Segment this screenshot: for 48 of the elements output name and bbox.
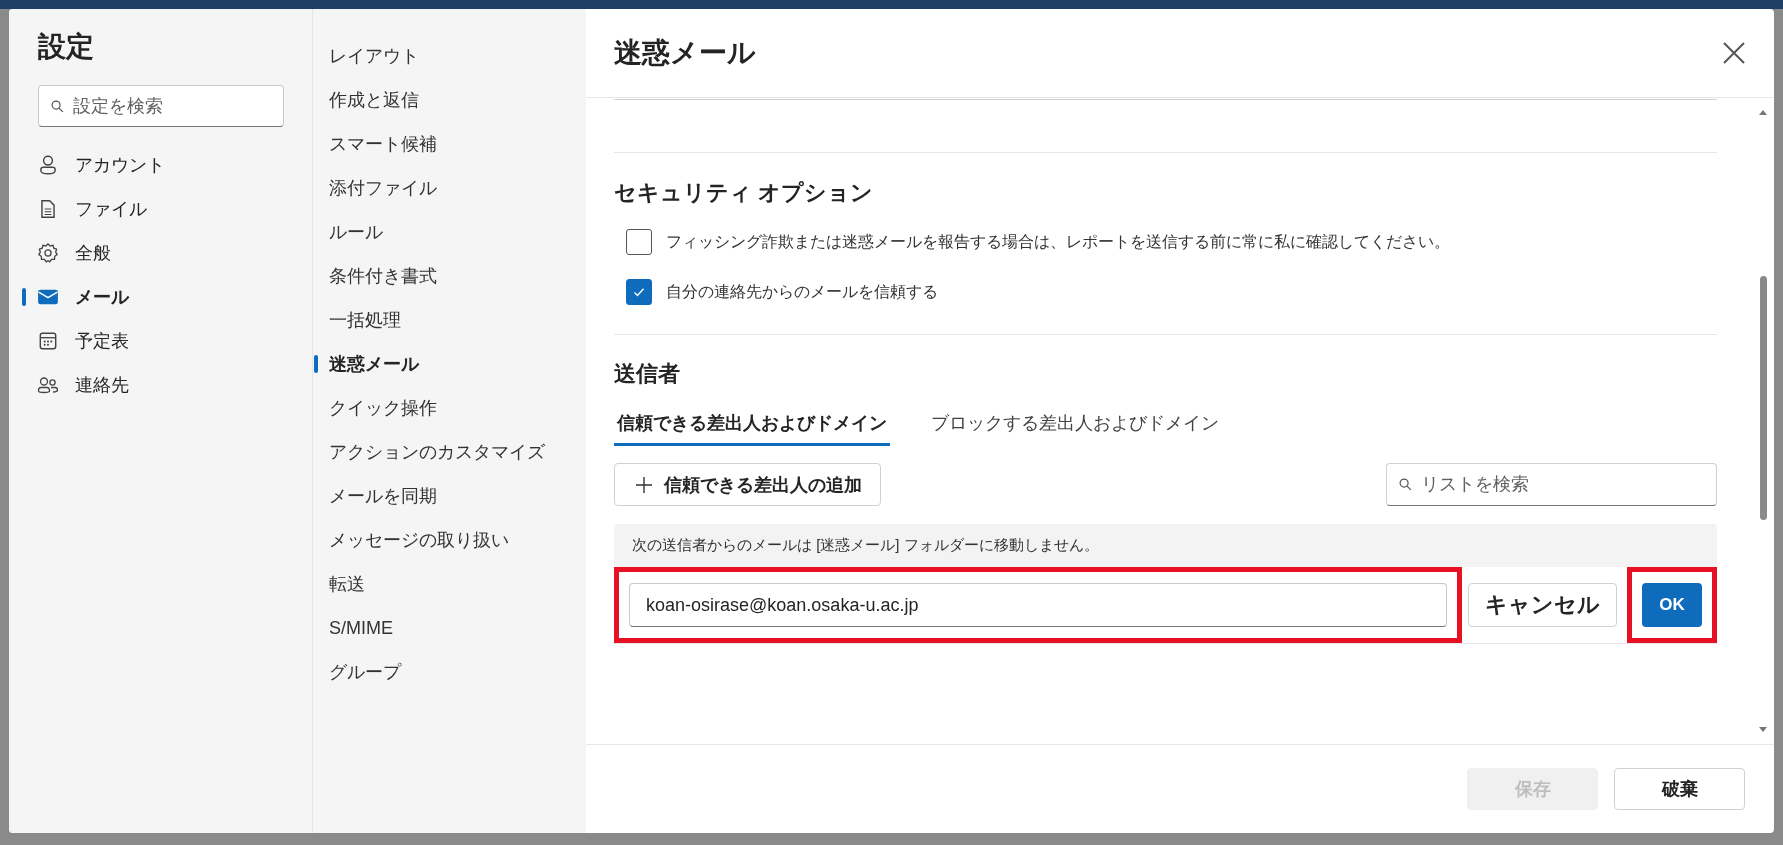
people-icon <box>37 374 59 396</box>
person-icon <box>37 154 59 176</box>
footer-button[interactable]: 破棄 <box>1614 768 1745 810</box>
sidebar-item[interactable]: クイック操作 <box>313 386 586 430</box>
window-title: 設定 <box>38 31 95 63</box>
close-icon <box>1722 41 1746 65</box>
sidebar-item[interactable]: 添付ファイル <box>313 166 586 210</box>
sidebar-item[interactable]: アクションのカスタマイズ <box>313 430 586 474</box>
sidebar-item[interactable]: レイアウト <box>313 34 586 78</box>
sidebar-item[interactable]: ファイル <box>22 187 312 231</box>
sidebar-item[interactable]: 予定表 <box>22 319 312 363</box>
sidebar-item[interactable]: S/MIME <box>313 606 586 650</box>
cancel-button[interactable]: キャンセル <box>1468 583 1617 627</box>
checkbox-label: 自分の連絡先からのメールを信頼する <box>666 281 938 302</box>
panel-title: 迷惑メール <box>614 36 756 70</box>
checkbox[interactable] <box>626 279 652 305</box>
sidebar-item[interactable]: スマート候補 <box>313 122 586 166</box>
sidebar-item[interactable]: 連絡先 <box>22 363 312 407</box>
sidebar-item[interactable]: メッセージの取り扱い <box>313 518 586 562</box>
sidebar-item[interactable]: 迷惑メール <box>313 342 586 386</box>
section-heading: 送信者 <box>614 360 681 388</box>
section-heading: セキュリティ オプション <box>614 179 875 207</box>
settings-icon <box>37 242 59 264</box>
email-input-field[interactable]: koan-osirase@koan.osaka-u.ac.jp <box>629 583 1447 627</box>
search-icon <box>1399 478 1412 491</box>
sidebar-item[interactable]: グループ <box>313 650 586 694</box>
checkbox-label: フィッシング詐欺または迷惑メールを報告する場合は、レポートを送信する前に常に私に確認してください。 <box>666 231 1450 252</box>
sidebar-item[interactable]: 条件付き書式 <box>313 254 586 298</box>
ok-button[interactable]: OK <box>1642 583 1702 627</box>
sidebar-item[interactable]: アカウント <box>22 143 312 187</box>
close-button[interactable] <box>1722 41 1746 65</box>
checkbox[interactable] <box>626 229 652 255</box>
sidebar-item[interactable]: メールを同期 <box>313 474 586 518</box>
search-icon <box>51 100 64 113</box>
calendar-icon <box>37 330 59 352</box>
tab[interactable]: 信頼できる差出人およびドメイン <box>614 411 890 446</box>
sidebar-item[interactable]: メール <box>22 275 312 319</box>
sidebar-item[interactable]: 転送 <box>313 562 586 606</box>
notice-text: 次の送信者からのメールは [迷惑メール] フォルダーに移動しません。 <box>632 536 1099 555</box>
sidebar-item[interactable]: 作成と返信 <box>313 78 586 122</box>
sidebar-item[interactable]: 一括処理 <box>313 298 586 342</box>
plus-icon <box>635 475 653 494</box>
search-field[interactable]: 設定を検索 <box>38 85 284 127</box>
sidebar-item[interactable]: 全般 <box>22 231 312 275</box>
list-search-field[interactable]: リストを検索 <box>1386 463 1717 506</box>
sidebar-item[interactable]: ルール <box>313 210 586 254</box>
tab[interactable]: ブロックする差出人およびドメイン <box>928 411 1222 446</box>
add-button[interactable]: 信頼できる差出人の追加 <box>614 463 881 506</box>
